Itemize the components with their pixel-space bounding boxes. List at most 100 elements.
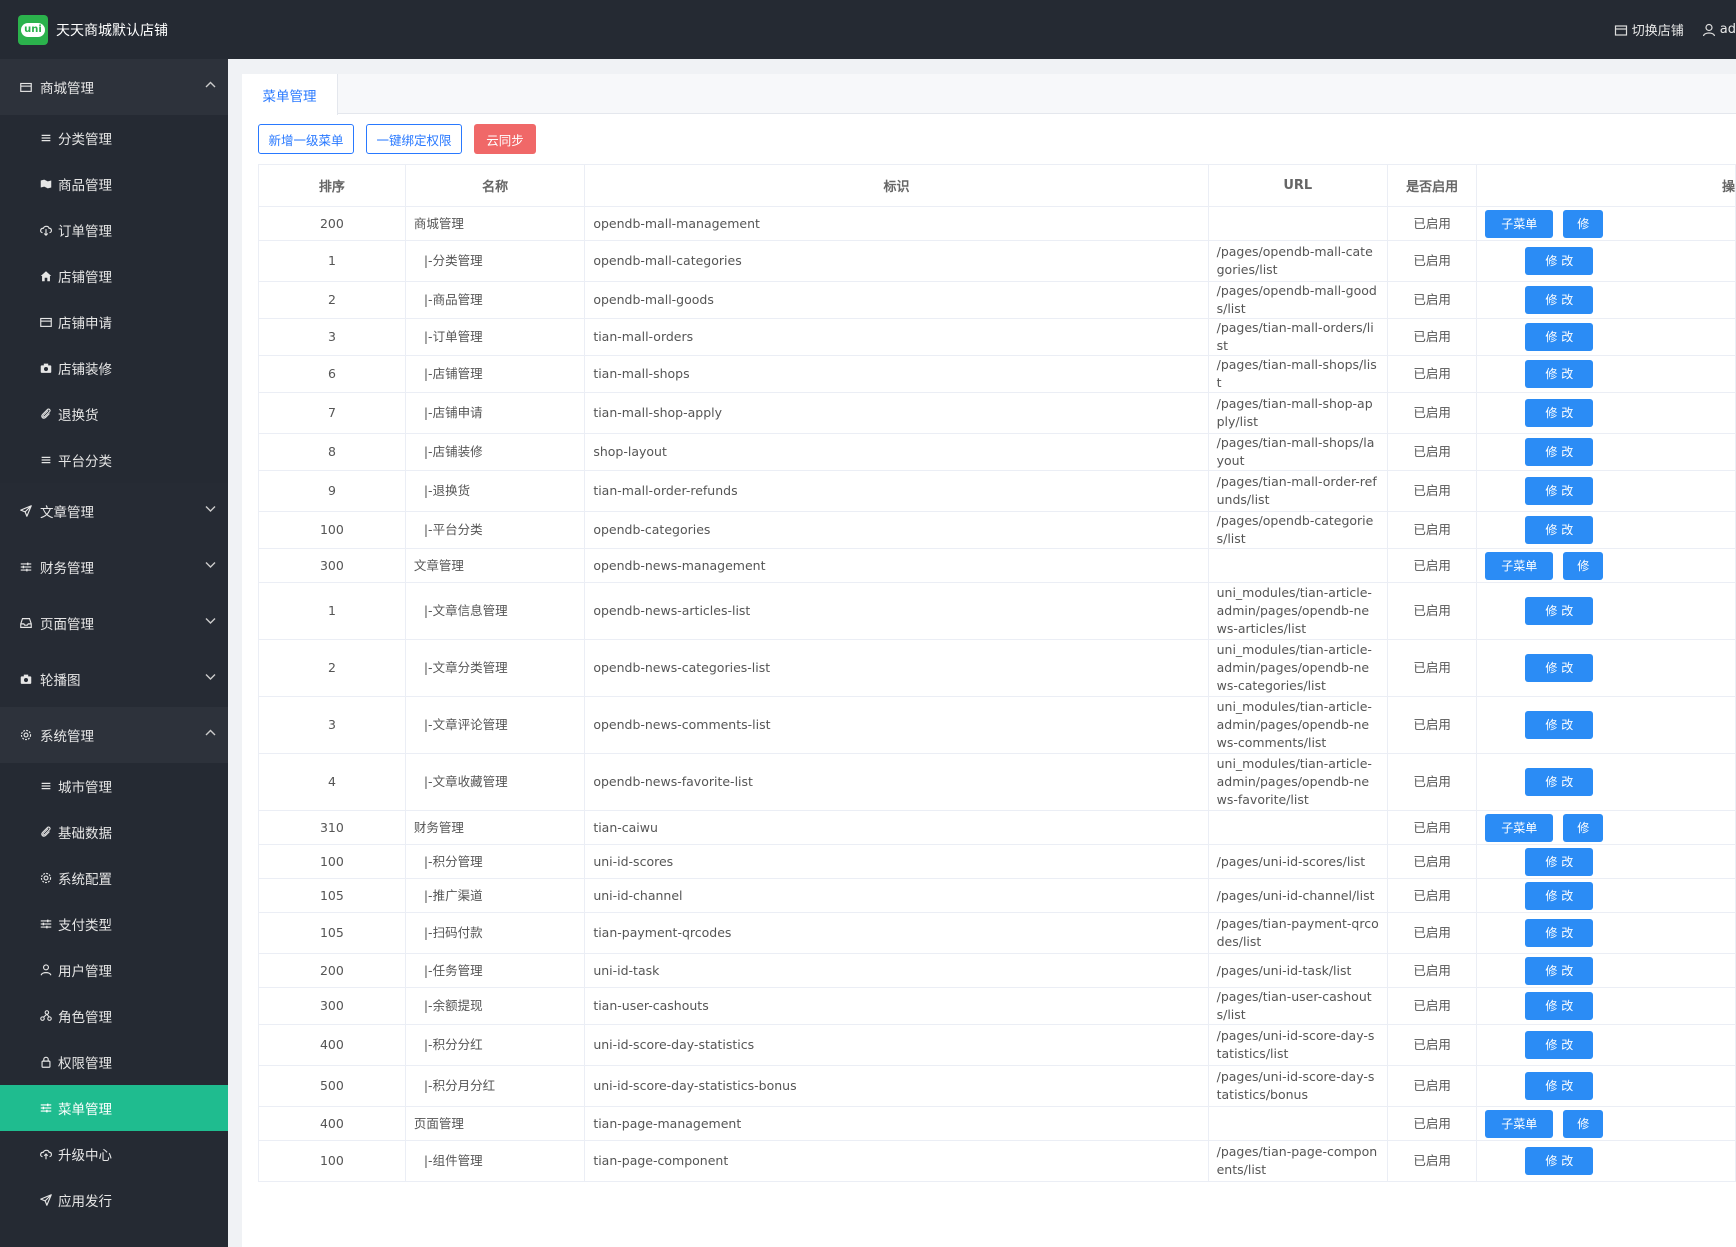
cell-identifier: tian-caiwu <box>584 810 1209 845</box>
submenu-button[interactable]: 子菜单 <box>1485 209 1554 238</box>
col-sort: 排序 <box>258 164 406 207</box>
sidebar-item[interactable]: 退换货 <box>0 391 228 437</box>
tab-bar: 菜单管理 <box>242 74 1736 115</box>
paperclip-icon <box>41 408 51 419</box>
sidebar-item[interactable]: 用户管理 <box>0 947 228 993</box>
edit-button[interactable]: 修 改 <box>1525 438 1594 466</box>
cell-actions: 子菜单修 <box>1476 1106 1736 1141</box>
sidebar-item[interactable]: 城市管理 <box>0 763 228 809</box>
sidebar-item[interactable]: 系统配置 <box>0 855 228 901</box>
map-icon <box>40 179 52 189</box>
submenu-button[interactable]: 子菜单 <box>1485 1109 1554 1138</box>
user-menu[interactable]: ad <box>1702 22 1736 37</box>
chevron-down-icon <box>205 562 216 568</box>
sidebar-item[interactable]: 平台分类 <box>0 437 228 483</box>
table-row: 9 |-退换货 tian-mall-order-refunds/pages/tian… <box>258 470 1736 512</box>
cell-name: 商城管理 <box>404 206 586 241</box>
sidebar-group[interactable]: 页面管理 <box>0 595 228 651</box>
edit-button[interactable]: 修 改 <box>1525 847 1594 876</box>
edit-button[interactable]: 修 改 <box>1525 1031 1594 1059</box>
table-row: 310 财务管理 tian-caiwu 已启用 子菜单修 <box>258 810 1736 845</box>
sidebar-item[interactable]: 支付类型 <box>0 901 228 947</box>
edit-button[interactable]: 修 改 <box>1525 992 1594 1020</box>
cell-actions: 修 改 <box>1476 433 1736 471</box>
edit-button[interactable]: 修 改 <box>1525 711 1594 739</box>
cell-actions: 修 改 <box>1476 470 1736 512</box>
cell-identifier: tian-user-cashouts <box>584 987 1209 1025</box>
sidebar-group[interactable]: 轮播图 <box>0 651 228 707</box>
sidebar-item[interactable]: 店铺管理 <box>0 253 228 299</box>
edit-button[interactable]: 修 改 <box>1525 286 1594 314</box>
edit-button[interactable]: 修 改 <box>1525 956 1594 985</box>
edit-button[interactable]: 修 改 <box>1525 323 1594 351</box>
submenu-button[interactable]: 子菜单 <box>1485 551 1554 580</box>
edit-button[interactable]: 修 <box>1563 209 1604 238</box>
inbox-icon <box>20 618 32 628</box>
sidebar-group[interactable]: 系统管理 <box>0 707 228 763</box>
cell-identifier: shop-layout <box>584 433 1209 471</box>
edit-button[interactable]: 修 <box>1563 551 1604 580</box>
sidebar-item-label: 系统配置 <box>58 872 112 888</box>
sidebar-group[interactable]: 财务管理 <box>0 539 228 595</box>
sidebar-item[interactable]: 菜单管理 <box>0 1085 228 1131</box>
sidebar-item-label: 订单管理 <box>58 224 112 240</box>
edit-button[interactable]: 修 改 <box>1525 919 1594 947</box>
bind-permissions-button[interactable]: 一键绑定权限 <box>366 124 462 154</box>
cell-identifier: opendb-mall-goods <box>584 281 1209 319</box>
sidebar-item-label: 支付类型 <box>58 918 112 934</box>
cell-url: /pages/tian-mall-order-refunds/list <box>1207 470 1388 512</box>
edit-button[interactable]: 修 改 <box>1525 597 1594 625</box>
add-top-menu-button[interactable]: 新增一级菜单 <box>258 124 354 154</box>
cloud-download-icon <box>40 225 52 237</box>
cloud-sync-button[interactable]: 云同步 <box>474 124 536 154</box>
table-row: 2 |-商品管理 opendb-mall-goods/pages/opendb-ma… <box>258 281 1736 319</box>
chevron-down-icon <box>205 506 216 512</box>
sidebar-item[interactable]: 订单管理 <box>0 207 228 253</box>
sidebar-item[interactable]: 分类管理 <box>0 115 228 161</box>
people-icon <box>40 1010 52 1021</box>
edit-button[interactable]: 修 改 <box>1525 654 1594 682</box>
edit-button[interactable]: 修 改 <box>1525 247 1594 275</box>
cell-name: |-积分分红 <box>404 1024 586 1066</box>
cell-enabled: 已启用 <box>1386 1024 1478 1066</box>
edit-button[interactable]: 修 <box>1563 813 1604 842</box>
sidebar-group[interactable]: 商城管理 <box>0 59 228 115</box>
sidebar-item[interactable]: 商品管理 <box>0 161 228 207</box>
cell-actions: 子菜单修 <box>1476 810 1736 845</box>
sidebar-item[interactable]: 权限管理 <box>0 1039 228 1085</box>
shop-icon <box>1614 24 1627 36</box>
edit-button[interactable]: 修 改 <box>1525 399 1594 427</box>
sidebar-group[interactable]: 文章管理 <box>0 483 228 539</box>
edit-button[interactable]: 修 改 <box>1525 881 1594 910</box>
edit-button[interactable]: 修 改 <box>1525 516 1594 544</box>
sidebar-item-label: 城市管理 <box>58 780 112 796</box>
edit-button[interactable]: 修 改 <box>1525 768 1594 796</box>
cell-actions: 修 改 <box>1476 355 1736 393</box>
edit-button[interactable]: 修 <box>1563 1109 1604 1138</box>
sidebar-item[interactable]: 角色管理 <box>0 993 228 1039</box>
table-row: 100 |-组件管理 tian-page-component/pages/tian-… <box>258 1140 1736 1182</box>
sidebar-item[interactable]: 升级中心 <box>0 1131 228 1177</box>
table-row: 8 |-店铺装修 shop-layout/pages/tian-mall-shops… <box>258 433 1736 471</box>
cell-url: /pages/tian-mall-shop-apply/list <box>1207 392 1388 434</box>
cell-sort: 400 <box>258 1106 406 1141</box>
cell-enabled: 已启用 <box>1386 953 1478 988</box>
table-row: 3 |-订单管理 tian-mall-orders/pages/tian-mall-… <box>258 318 1736 356</box>
cell-sort: 1 <box>258 240 406 282</box>
edit-button[interactable]: 修 改 <box>1525 477 1594 505</box>
sidebar-item[interactable]: 店铺装修 <box>0 345 228 391</box>
edit-button[interactable]: 修 改 <box>1525 360 1594 388</box>
table-row: 100 |-积分管理 uni-id-scores/pages/uni-id-scor… <box>258 844 1736 879</box>
cell-sort: 200 <box>258 206 406 241</box>
edit-button[interactable]: 修 改 <box>1525 1147 1594 1175</box>
submenu-button[interactable]: 子菜单 <box>1485 813 1554 842</box>
sidebar-item[interactable]: 店铺申请 <box>0 299 228 345</box>
edit-button[interactable]: 修 改 <box>1525 1072 1594 1100</box>
cell-actions: 修 改 <box>1476 1065 1736 1107</box>
sidebar-item[interactable]: 基础数据 <box>0 809 228 855</box>
cell-sort: 6 <box>258 355 406 393</box>
switch-shop-button[interactable]: 切换店铺 <box>1614 20 1684 39</box>
sidebar-item[interactable]: 应用发行 <box>0 1177 228 1223</box>
cell-identifier: opendb-news-articles-list <box>584 582 1209 640</box>
tab-menu-management[interactable]: 菜单管理 <box>242 74 338 115</box>
